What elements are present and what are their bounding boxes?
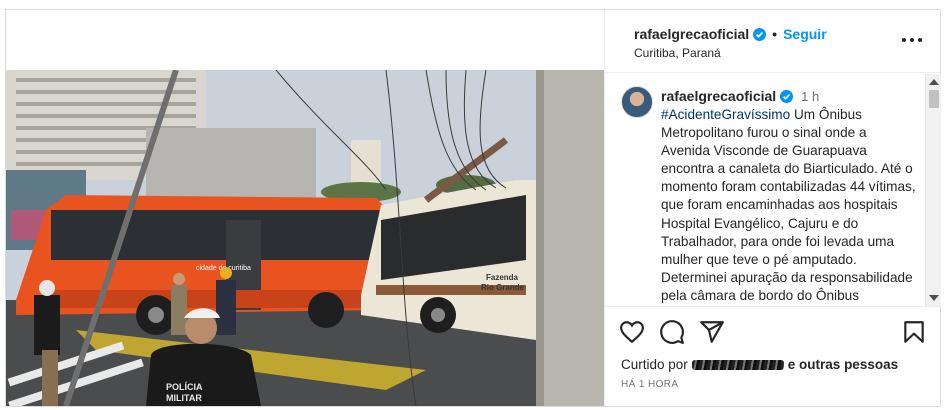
scroll-down-arrow-icon[interactable] — [929, 295, 939, 301]
police-text-1: POLÍCIA — [166, 382, 203, 392]
police-text-2: MILITAR — [166, 393, 202, 403]
bus-right-text-2: Rio Grande — [481, 283, 525, 292]
share-icon[interactable] — [699, 319, 725, 345]
caption-area: rafaelgrecaoficial 1 h #AcidenteGravíssi… — [605, 74, 941, 306]
caption-header: rafaelgrecaoficial 1 h — [661, 88, 819, 104]
liked-by-suffix[interactable]: e outras pessoas — [788, 357, 898, 372]
redacted-username — [691, 359, 784, 370]
media-pane: cidade de curitiba Fazenda Rio Grande — [6, 10, 604, 406]
avatar[interactable] — [621, 86, 653, 118]
caption-text: #AcidenteGravíssimo Um Ônibus Metropolit… — [661, 106, 917, 306]
follow-button[interactable]: Seguir — [783, 26, 827, 42]
caption-time[interactable]: 1 h — [801, 89, 819, 104]
heart-icon[interactable] — [619, 319, 645, 345]
caption-body: Um Ônibus Metropolitano furou o sinal on… — [661, 107, 916, 303]
post-dialog: cidade de curitiba Fazenda Rio Grande — [5, 9, 941, 407]
accident-photo: cidade de curitiba Fazenda Rio Grande — [6, 70, 604, 406]
header-separator: • — [772, 26, 778, 42]
scroll-thumb[interactable] — [929, 90, 939, 108]
post-actions: Curtido por e outras pessoas HÁ 1 HORA — [605, 306, 941, 406]
comment-icon[interactable] — [659, 319, 685, 345]
action-icons — [619, 319, 725, 345]
caption-username[interactable]: rafaelgrecaoficial — [661, 88, 776, 104]
caption-scrollbar[interactable] — [925, 74, 941, 306]
verified-badge-icon — [780, 89, 794, 103]
more-options-icon[interactable] — [902, 32, 922, 48]
header-user-row: rafaelgrecaoficial • Seguir — [634, 26, 827, 42]
bus-right-text-1: Fazenda — [486, 273, 519, 282]
post-sidebar: rafaelgrecaoficial • Seguir Curitiba, Pa… — [604, 10, 941, 406]
liked-by-prefix: Curtido por — [621, 357, 688, 372]
verified-badge-icon — [753, 27, 767, 41]
post-time-ago[interactable]: HÁ 1 HORA — [621, 379, 679, 390]
header-username[interactable]: rafaelgrecaoficial — [634, 26, 749, 42]
hashtag-link[interactable]: #AcidenteGravíssimo — [661, 107, 790, 122]
post-header: rafaelgrecaoficial • Seguir Curitiba, Pa… — [605, 10, 940, 73]
likes-summary[interactable]: Curtido por e outras pessoas — [621, 357, 898, 372]
location-link[interactable]: Curitiba, Paraná — [634, 46, 721, 60]
bookmark-icon[interactable] — [901, 319, 927, 345]
post-photo[interactable]: cidade de curitiba Fazenda Rio Grande — [6, 70, 604, 406]
scroll-up-arrow-icon[interactable] — [929, 79, 939, 85]
